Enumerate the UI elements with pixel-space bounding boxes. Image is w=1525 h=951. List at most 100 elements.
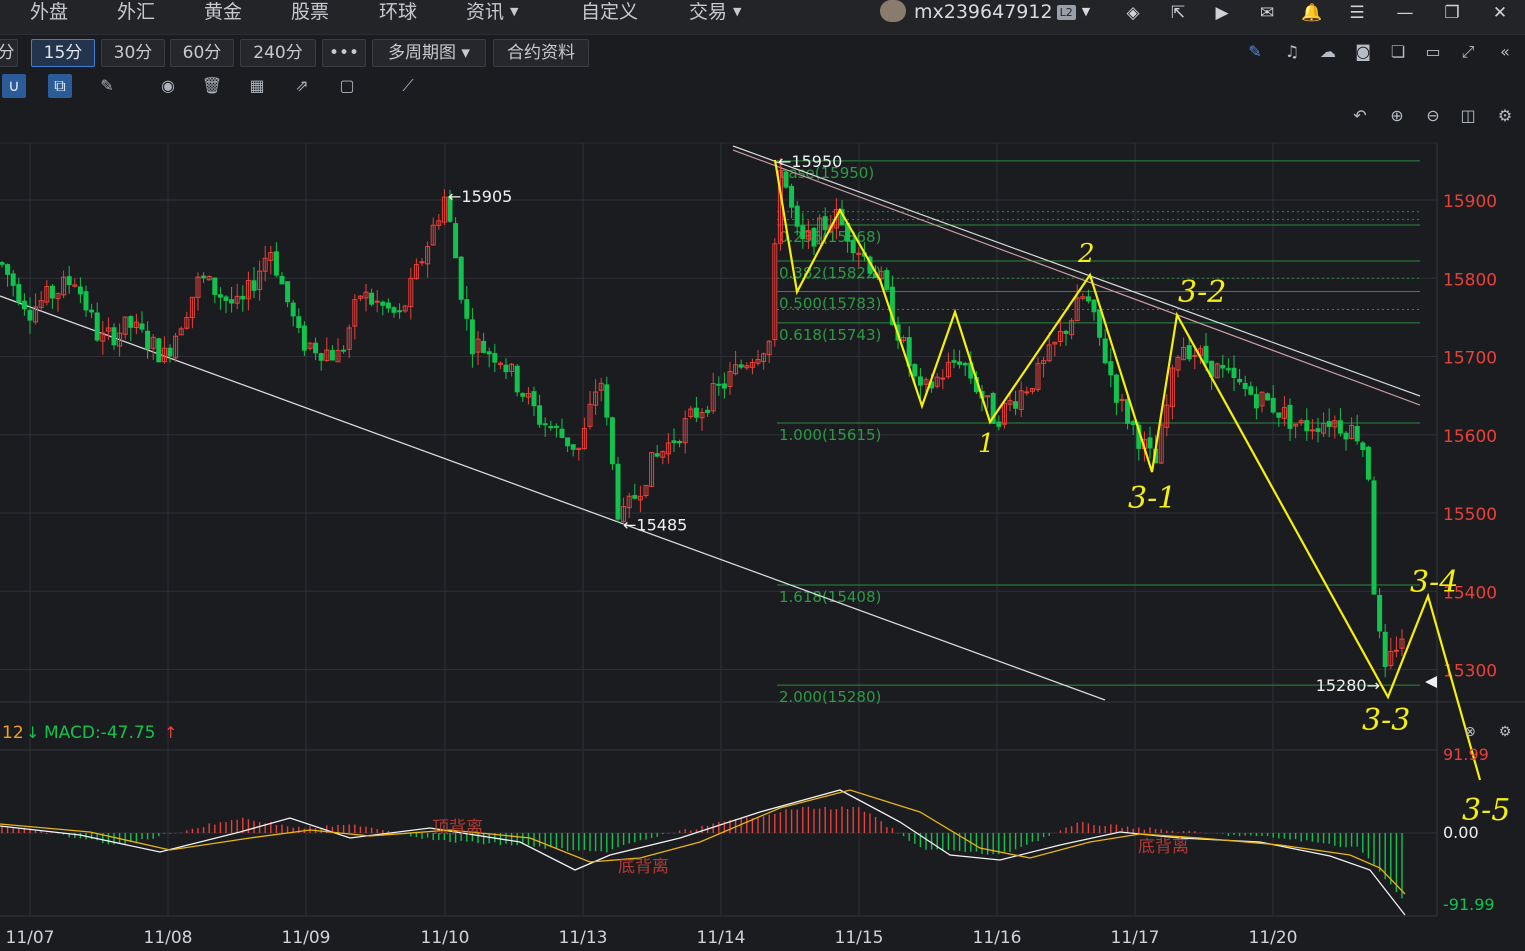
candle-down (1125, 399, 1131, 424)
candlestick-chart[interactable]: 1590015800157001560015500154001530011/07… (0, 0, 1525, 951)
divergence-label: 底背离 (618, 857, 669, 877)
candle-down (1326, 421, 1332, 427)
pen-icon[interactable]: ✎ (1243, 40, 1267, 64)
candle-down (301, 325, 307, 351)
settings-icon[interactable]: ⚙ (1493, 104, 1517, 128)
candle-down (167, 347, 173, 357)
collapse-icon[interactable]: « (1493, 40, 1517, 64)
trash-icon[interactable]: 🗑 (200, 74, 224, 98)
video-icon[interactable]: ▶ (1210, 2, 1234, 24)
candle-down (1085, 296, 1091, 302)
price-marker-label: ←15485 (623, 516, 687, 535)
cloud-icon[interactable]: ☁ (1316, 40, 1340, 64)
candle-down (1063, 330, 1069, 334)
time-tick-label: 11/17 (1111, 928, 1160, 948)
candle-down (1360, 442, 1366, 450)
export-icon[interactable]: ⇗ (290, 74, 314, 98)
eye-icon[interactable]: ◉ (156, 74, 180, 98)
time-tick-label: 11/16 (973, 928, 1022, 948)
chevron-down-icon: ▼ (733, 5, 742, 18)
candle-down (912, 364, 918, 377)
indicator-settings-icon[interactable]: ⚙ (1493, 720, 1517, 744)
candle-down (794, 205, 800, 227)
grid-icon[interactable]: ▦ (245, 74, 269, 98)
undo-icon[interactable]: ↶ (1348, 104, 1372, 128)
close-indicator-icon[interactable]: ⊗ (1458, 720, 1482, 744)
restore-icon[interactable]: ❐ (1440, 2, 1464, 24)
period-button-240min[interactable]: 240分 (240, 39, 316, 67)
candle-down (800, 225, 806, 240)
copy-icon[interactable]: ❏ (1386, 40, 1410, 64)
divergence-label: 底背离 (1138, 837, 1189, 857)
candle-down (1102, 338, 1108, 364)
menu-gold[interactable]: 黄金 (204, 0, 242, 30)
candle-down (341, 349, 347, 352)
fib-level-label: 1.000(15615) (779, 426, 881, 444)
candle-down (464, 299, 470, 319)
menu-global[interactable]: 环球 (379, 0, 417, 30)
candle-down (1315, 428, 1321, 432)
candle-down (850, 239, 856, 254)
close-icon[interactable]: ✕ (1488, 2, 1512, 24)
candle-down (1097, 309, 1103, 338)
macd-tick-label: 91.99 (1443, 745, 1489, 764)
bell-icon[interactable]: 🔔 (1300, 2, 1324, 24)
multi-period-dropdown[interactable]: 多周期图 ▾ (372, 39, 486, 67)
candle-down (604, 384, 610, 418)
menu-forex[interactable]: 外汇 (117, 0, 155, 30)
menu-news[interactable]: 资讯 ▼ (466, 0, 518, 30)
comment-icon[interactable]: ▢ (335, 74, 359, 98)
menu-trade-label: 交易 (689, 1, 728, 23)
candle-down (884, 270, 890, 290)
menu-stocks[interactable]: 股票 (291, 0, 329, 30)
candle-down (531, 391, 537, 407)
user-account[interactable]: mx239647912 L2 ▼ (880, 0, 1090, 28)
candle-down (5, 264, 11, 275)
candle-down (329, 350, 335, 361)
candle-down (111, 327, 117, 346)
monitor-icon[interactable]: ▭ (1421, 40, 1445, 64)
menu-waipan[interactable]: 外盘 (30, 0, 68, 30)
period-button-15min[interactable]: 15分 (31, 39, 95, 67)
time-tick-label: 11/10 (421, 928, 470, 948)
candle-down (16, 284, 22, 303)
layers-icon[interactable]: ◈ (1121, 2, 1145, 24)
candle-down (609, 417, 615, 465)
zoom-out-icon[interactable]: ⊖ (1421, 104, 1445, 128)
candle-down (145, 330, 151, 350)
alarm-icon[interactable]: ♫ (1280, 40, 1304, 64)
minimize-icon[interactable]: — (1393, 2, 1417, 24)
share-icon[interactable]: ⇱ (1166, 2, 1190, 24)
candle-down (128, 316, 134, 328)
down-arrow-icon: ↓ (26, 723, 39, 742)
more-periods-button[interactable]: ••• (322, 39, 366, 67)
ruler-icon[interactable]: ⟋ (396, 74, 420, 98)
candle-up (1024, 391, 1030, 394)
zoom-in-icon[interactable]: ⊕ (1385, 104, 1409, 128)
mail-icon[interactable]: ✉ (1255, 2, 1279, 24)
candle-down (514, 365, 520, 393)
menu-icon[interactable]: ☰ (1345, 2, 1369, 24)
period-button-min[interactable]: 分 (0, 39, 18, 67)
period-button-30min[interactable]: 30分 (101, 39, 165, 67)
candle-down (486, 351, 492, 355)
candle-up (940, 377, 946, 380)
candle-down (951, 360, 957, 363)
menu-trade[interactable]: 交易 ▼ (689, 0, 741, 30)
magnet-icon[interactable]: ∪ (2, 74, 26, 98)
menu-custom[interactable]: 自定义 (581, 0, 638, 30)
contract-info-button[interactable]: 合约资料 (493, 39, 589, 67)
pencil-icon[interactable]: ✎ (95, 74, 119, 98)
candle-down (1276, 412, 1282, 418)
clone-icon[interactable]: ⧉ (48, 74, 72, 98)
candle-down (1382, 631, 1388, 667)
candle-down (94, 312, 100, 341)
fullscreen-icon[interactable]: ⤢ (1456, 40, 1480, 64)
camera-icon[interactable]: ◙ (1351, 40, 1375, 64)
period-button-60min[interactable]: 60分 (170, 39, 234, 67)
candle-down (21, 300, 27, 310)
candle-down (139, 323, 145, 330)
layout-icon[interactable]: ◫ (1456, 104, 1480, 128)
drawing-toolbar: ∪ ⧉ ✎ ◉ 🗑 ▦ ⇗ ▢ ⟋ (0, 72, 1525, 100)
candle-down (156, 338, 162, 363)
